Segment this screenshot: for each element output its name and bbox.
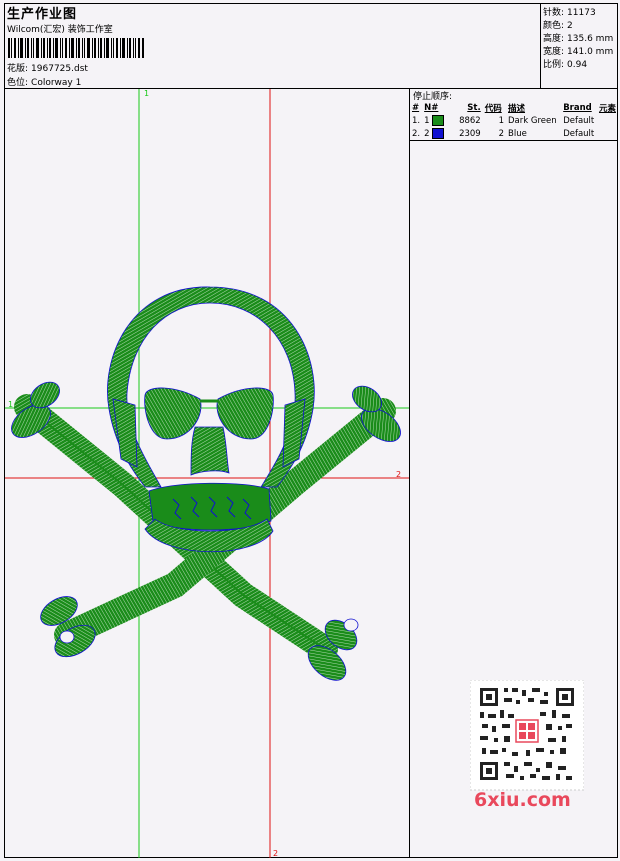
- width-value: 141.0 mm: [567, 47, 614, 57]
- row-n-value: 1: [424, 116, 430, 126]
- skull-crossbones-embroidery: [11, 286, 401, 681]
- stitches-row: 针数: 11173: [543, 5, 596, 18]
- width-label: 宽度:: [543, 47, 565, 57]
- col-header-desc: 描述: [508, 103, 526, 114]
- row-element: [597, 127, 618, 140]
- colorway-row: 色位: Colorway 1: [7, 75, 81, 88]
- row-code: 1: [498, 115, 504, 126]
- color-swatch: [432, 128, 445, 139]
- row-st: 2309: [459, 128, 481, 139]
- watermark-text: 6xiu.com: [474, 789, 571, 811]
- col-header-st: St.: [467, 102, 481, 113]
- scale-row: 比例: 0.94: [543, 57, 587, 70]
- row-desc: Blue: [508, 128, 527, 139]
- col-header-element: 元素: [598, 103, 616, 114]
- production-sheet: 生产作业图 Wilcom(汇宏) 装饰工作室 花版: 1967725.dst 色…: [0, 0, 620, 861]
- design-preview: 1 1 2 2: [5, 89, 409, 858]
- barcode: [8, 38, 144, 58]
- color-swatch: [432, 115, 445, 126]
- scale-label: 比例:: [543, 60, 565, 70]
- table-row: 1. 1 8862 1 Dark Green Default: [410, 114, 618, 127]
- height-row: 高度: 135.6 mm: [543, 31, 613, 44]
- panel-divider: [409, 141, 410, 858]
- row-element: [597, 114, 618, 127]
- col-header-brand: Brand: [563, 102, 592, 113]
- width-row: 宽度: 141.0 mm: [543, 44, 613, 57]
- height-label: 高度:: [543, 34, 565, 44]
- guide-label-v1: 1: [144, 89, 149, 98]
- guide-label-v2: 2: [273, 849, 278, 858]
- row-n-value: 2: [424, 129, 430, 139]
- stitches-value: 11173: [567, 8, 596, 18]
- row-desc: Dark Green: [508, 115, 557, 126]
- guide-label-h2: 2: [396, 470, 401, 479]
- page-title: 生产作业图: [7, 7, 78, 22]
- scale-value: 0.94: [567, 60, 588, 70]
- row-code: 2: [498, 128, 504, 139]
- design-file-row: 花版: 1967725.dst: [7, 61, 88, 74]
- colors-value: 2: [567, 21, 573, 31]
- guide-label-h1: 1: [8, 400, 13, 409]
- design-file-value: 1967725.dst: [31, 64, 88, 74]
- colors-row: 颜色: 2: [543, 18, 573, 31]
- colorway-value: Colorway 1: [31, 78, 82, 88]
- row-brand: Default: [563, 115, 595, 126]
- row-index: 2.: [412, 128, 421, 139]
- table-header-row: # N# St. 代码 描述 Brand 元素: [410, 101, 618, 114]
- col-header-code: 代码: [484, 103, 502, 114]
- colorway-label: 色位:: [7, 78, 29, 88]
- row-n: 1: [422, 114, 451, 127]
- col-header-n: N#: [424, 102, 439, 113]
- stitches-label: 针数:: [543, 8, 565, 18]
- design-file-label: 花版:: [7, 64, 29, 74]
- col-header-index: #: [412, 102, 420, 113]
- stop-sequence-panel: 停止顺序: # N# St. 代码 描述 Brand 元素 1. 1 8862 …: [409, 89, 618, 141]
- row-st: 8862: [459, 115, 481, 126]
- row-n: 2: [422, 127, 451, 140]
- header: 生产作业图 Wilcom(汇宏) 装饰工作室 花版: 1967725.dst 色…: [4, 3, 618, 89]
- row-index: 1.: [412, 115, 421, 126]
- colors-label: 颜色:: [543, 21, 565, 31]
- studio-name: Wilcom(汇宏) 装饰工作室: [7, 25, 113, 35]
- table-row: 2. 2 2309 2 Blue Default: [410, 127, 618, 140]
- header-divider: [540, 3, 541, 88]
- stop-sequence-table: # N# St. 代码 描述 Brand 元素 1. 1 8862 1 Dark…: [410, 101, 618, 140]
- row-brand: Default: [563, 128, 595, 139]
- height-value: 135.6 mm: [567, 34, 614, 44]
